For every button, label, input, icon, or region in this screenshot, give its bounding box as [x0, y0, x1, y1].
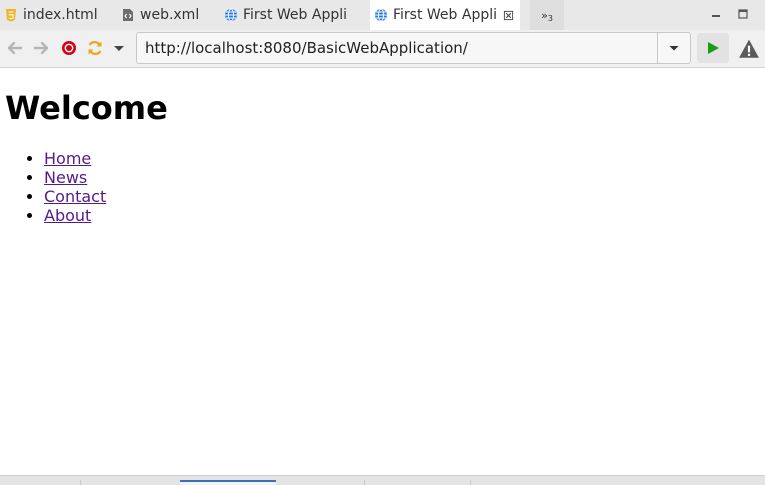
minimize-icon[interactable]: [709, 7, 723, 21]
tab-browser-1[interactable]: First Web Appli: [220, 0, 368, 30]
list-item: Contact: [44, 187, 106, 206]
stop-icon[interactable]: [60, 39, 78, 57]
nav-link-list: Home News Contact About: [44, 149, 106, 225]
tab-label: First Web Appli: [243, 7, 348, 23]
url-bar: [136, 32, 691, 64]
bottom-tab-active[interactable]: [180, 480, 276, 485]
chevron-double-right-icon: »: [541, 8, 548, 22]
refresh-icon[interactable]: [86, 39, 104, 57]
chevron-down-icon: [669, 46, 679, 51]
forward-arrow-icon[interactable]: [32, 39, 50, 57]
bottom-tab-divider: [470, 480, 471, 485]
url-input[interactable]: [137, 33, 657, 63]
globe-icon: [225, 8, 237, 22]
url-history-dropdown[interactable]: [658, 33, 690, 63]
tab-label: First Web Appli: [393, 7, 498, 23]
xml-file-icon: [123, 9, 133, 21]
list-item: News: [44, 168, 106, 187]
bottom-panel-tabs: [0, 475, 765, 485]
tab-label: web.xml: [140, 7, 200, 23]
list-item: Home: [44, 149, 106, 168]
maximize-icon[interactable]: [736, 7, 750, 21]
play-icon: [708, 42, 719, 54]
tab-web-xml[interactable]: web.xml: [116, 0, 220, 30]
warning-icon[interactable]: [738, 38, 760, 60]
browser-page: Welcome Home News Contact About: [0, 69, 765, 475]
link-contact[interactable]: Contact: [44, 187, 106, 206]
close-icon[interactable]: [503, 10, 514, 21]
link-about[interactable]: About: [44, 206, 91, 225]
tab-index-html[interactable]: index.html: [0, 0, 116, 30]
bottom-tab-divider: [364, 480, 365, 485]
chevron-down-icon[interactable]: [110, 39, 128, 57]
tab-overflow-button[interactable]: » 3: [530, 0, 564, 30]
back-arrow-icon[interactable]: [6, 39, 24, 57]
html5-file-icon: [6, 9, 16, 22]
tab-label: index.html: [23, 7, 98, 23]
hidden-tab-count: 3: [547, 13, 553, 23]
browser-toolbar: [0, 30, 765, 68]
bottom-tab-divider: [80, 480, 81, 485]
editor-tab-strip: index.html web.xml First Web Appli First…: [0, 0, 765, 30]
go-button[interactable]: [697, 33, 729, 63]
list-item: About: [44, 206, 106, 225]
link-news[interactable]: News: [44, 168, 87, 187]
link-home[interactable]: Home: [44, 149, 91, 168]
page-heading: Welcome: [5, 89, 168, 127]
tab-browser-2[interactable]: First Web Appli: [370, 0, 520, 30]
globe-icon: [375, 8, 387, 22]
